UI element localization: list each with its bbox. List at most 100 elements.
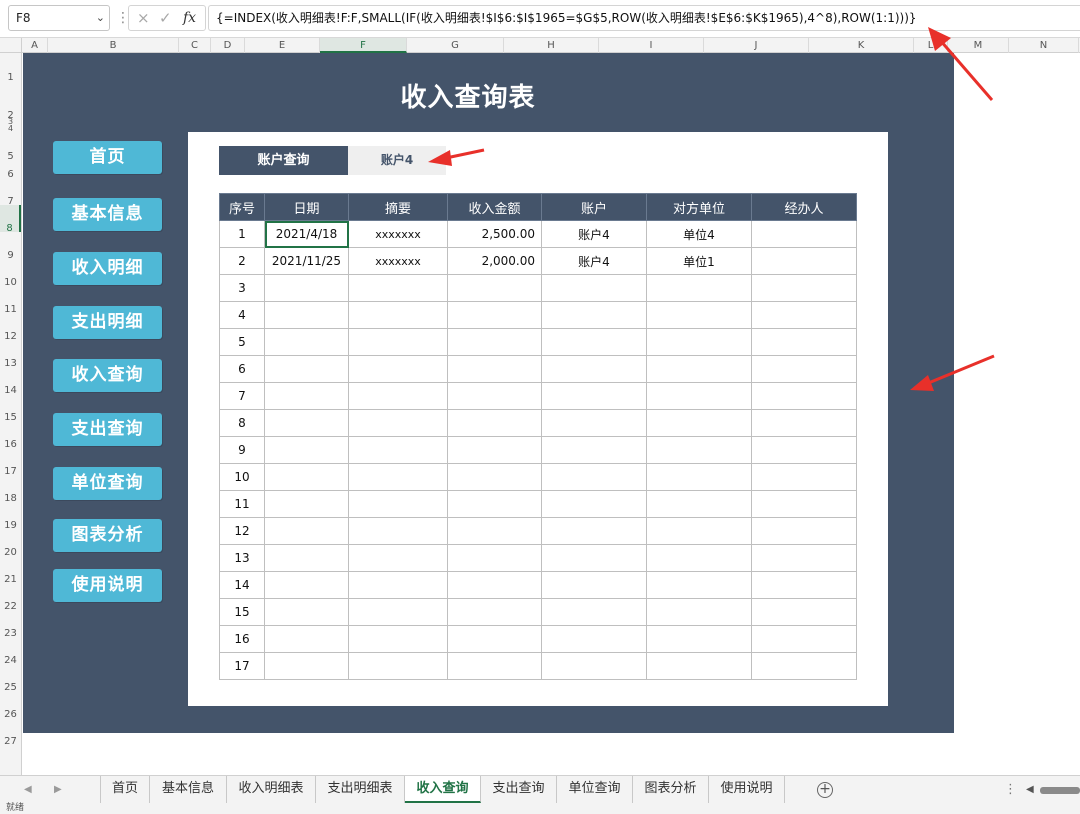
insert-function-icon[interactable]: fx [183, 6, 196, 30]
table-cell[interactable] [751, 490, 857, 518]
column-header-a[interactable]: A [22, 38, 48, 53]
row-header-25[interactable]: 25 [0, 664, 21, 693]
row-header-8[interactable]: 8 [0, 205, 21, 234]
row-header-14[interactable]: 14 [0, 367, 21, 396]
table-cell[interactable] [751, 409, 857, 437]
table-cell[interactable] [646, 382, 752, 410]
table-cell[interactable] [751, 463, 857, 491]
row-header-12[interactable]: 12 [0, 313, 21, 342]
table-cell[interactable] [264, 490, 349, 518]
row-header-22[interactable]: 22 [0, 583, 21, 612]
table-cell[interactable] [751, 598, 857, 626]
table-cell[interactable] [541, 301, 647, 329]
table-cell[interactable] [751, 625, 857, 653]
table-cell[interactable] [348, 598, 448, 626]
table-cell[interactable] [447, 517, 542, 545]
account-query-value[interactable]: 账户4 [348, 146, 446, 175]
table-cell[interactable]: 账户4 [541, 247, 647, 275]
sheet-tab-expense-detail[interactable]: 支出明细表 [316, 776, 405, 803]
table-cell[interactable] [447, 652, 542, 680]
table-cell[interactable] [264, 382, 349, 410]
table-cell[interactable] [348, 355, 448, 383]
nav-button-expense-query[interactable]: 支出查询 [53, 413, 162, 446]
table-cell[interactable] [646, 328, 752, 356]
table-cell[interactable] [541, 355, 647, 383]
table-cell[interactable] [751, 301, 857, 329]
table-cell[interactable]: 10 [219, 463, 265, 491]
table-cell[interactable]: 账户4 [541, 220, 647, 248]
column-header-h[interactable]: H [504, 38, 599, 53]
table-cell[interactable] [264, 274, 349, 302]
table-cell[interactable] [541, 544, 647, 572]
row-header-2[interactable]: 2 [0, 81, 21, 121]
table-cell[interactable] [646, 301, 752, 329]
nav-button-unit-query[interactable]: 单位查询 [53, 467, 162, 500]
row-header-18[interactable]: 18 [0, 475, 21, 504]
column-header-f[interactable]: F [320, 38, 407, 53]
table-cell[interactable]: 11 [219, 490, 265, 518]
table-cell[interactable] [348, 328, 448, 356]
table-cell[interactable] [348, 544, 448, 572]
table-cell[interactable] [751, 328, 857, 356]
row-header-9[interactable]: 9 [0, 232, 21, 261]
nav-button-instructions[interactable]: 使用说明 [53, 569, 162, 602]
row-header-20[interactable]: 20 [0, 529, 21, 558]
table-cell[interactable] [646, 625, 752, 653]
table-cell[interactable]: 2 [219, 247, 265, 275]
table-cell[interactable] [646, 544, 752, 572]
table-cell[interactable] [447, 382, 542, 410]
table-cell[interactable] [264, 436, 349, 464]
table-cell[interactable] [348, 436, 448, 464]
column-header-c[interactable]: C [179, 38, 211, 53]
table-cell[interactable] [348, 463, 448, 491]
table-cell[interactable] [447, 355, 542, 383]
table-cell[interactable] [751, 436, 857, 464]
row-header-11[interactable]: 11 [0, 286, 21, 315]
row-header-19[interactable]: 19 [0, 502, 21, 531]
table-cell[interactable] [541, 409, 647, 437]
table-cell[interactable] [264, 598, 349, 626]
sheet-tab-unit-query[interactable]: 单位查询 [557, 776, 633, 803]
row-header-4[interactable]: 4 [0, 125, 21, 133]
add-sheet-icon[interactable]: + [817, 782, 833, 798]
table-cell[interactable]: 13 [219, 544, 265, 572]
row-header-15[interactable]: 15 [0, 394, 21, 423]
column-header-l[interactable]: L [914, 38, 948, 53]
table-cell[interactable] [264, 544, 349, 572]
table-cell[interactable] [646, 355, 752, 383]
table-cell[interactable] [541, 463, 647, 491]
scroll-left-icon[interactable]: ◀ [1026, 784, 1034, 795]
sheet-tab-income-query[interactable]: 收入查询 [405, 776, 481, 803]
table-cell[interactable] [264, 328, 349, 356]
row-header-1[interactable]: 1 [0, 53, 21, 83]
sheet-tab-basic-info[interactable]: 基本信息 [150, 776, 227, 803]
table-cell[interactable] [541, 517, 647, 545]
table-cell[interactable] [447, 544, 542, 572]
sheet-tab-expense-query[interactable]: 支出查询 [481, 776, 557, 803]
table-cell[interactable]: 7 [219, 382, 265, 410]
row-header-7[interactable]: 7 [0, 178, 21, 207]
column-header-g[interactable]: G [407, 38, 504, 53]
table-cell[interactable] [264, 301, 349, 329]
table-cell[interactable] [264, 625, 349, 653]
table-cell[interactable] [541, 598, 647, 626]
nav-button-income-detail[interactable]: 收入明细 [53, 252, 162, 285]
table-cell[interactable] [751, 274, 857, 302]
column-header-n[interactable]: N [1009, 38, 1079, 53]
table-cell[interactable]: 14 [219, 571, 265, 599]
table-cell[interactable] [646, 571, 752, 599]
table-cell[interactable] [447, 301, 542, 329]
table-cell[interactable] [348, 625, 448, 653]
table-cell[interactable]: 16 [219, 625, 265, 653]
sheet-tab-chart-analysis[interactable]: 图表分析 [633, 776, 709, 803]
row-header-10[interactable]: 10 [0, 259, 21, 288]
table-cell[interactable] [541, 382, 647, 410]
table-cell[interactable]: xxxxxxx [348, 247, 448, 275]
table-cell[interactable] [646, 274, 752, 302]
tab-scroll-left-icon[interactable]: ◀ [24, 776, 32, 803]
table-cell[interactable]: 6 [219, 355, 265, 383]
table-cell[interactable] [751, 382, 857, 410]
table-cell[interactable] [751, 544, 857, 572]
nav-button-home[interactable]: 首页 [53, 141, 162, 174]
table-cell[interactable] [541, 274, 647, 302]
